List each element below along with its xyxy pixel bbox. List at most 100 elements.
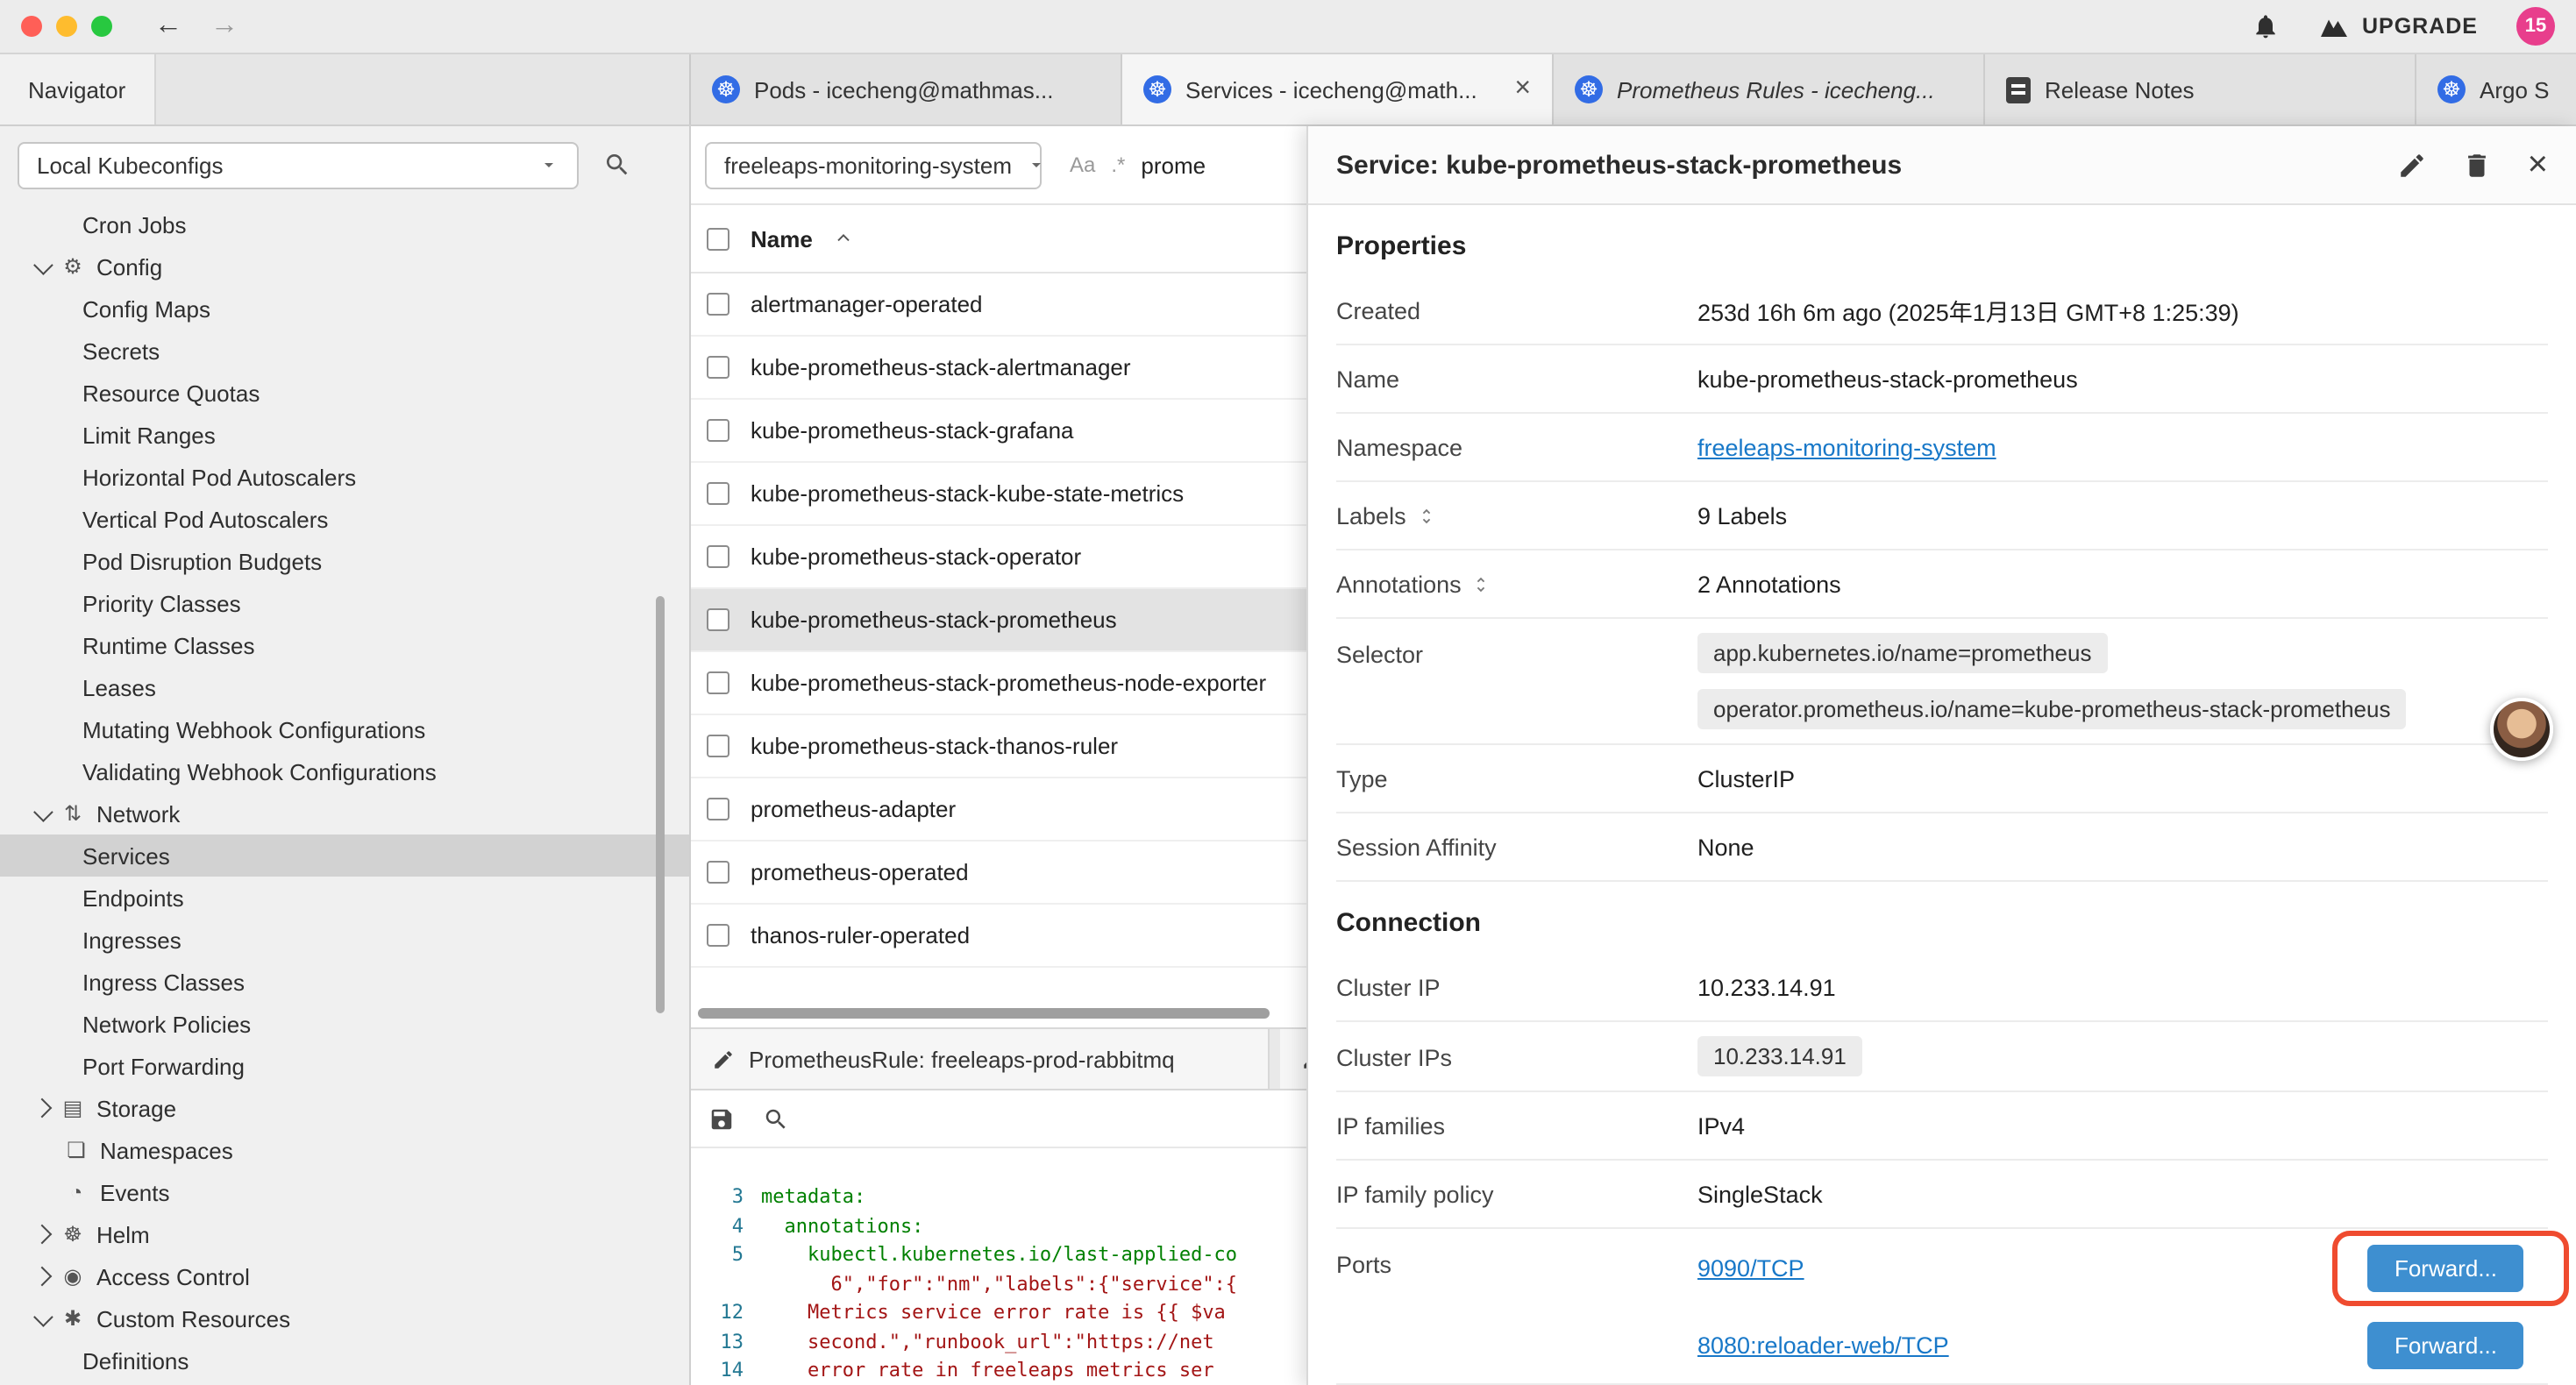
sidebar-item-endpoints[interactable]: Endpoints (0, 877, 689, 919)
sidebar-item-network-policies[interactable]: Network Policies (0, 1003, 689, 1045)
row-checkbox[interactable] (707, 356, 729, 379)
sidebar-item-leases[interactable]: Leases (0, 666, 689, 708)
tab-band: Navigator ☸Pods - icecheng@mathmas...☸Se… (0, 54, 2576, 126)
close-tab-icon[interactable]: × (1514, 75, 1531, 103)
row-checkbox[interactable] (707, 798, 729, 820)
service-row-prometheus-adapter[interactable]: prometheus-adapter (691, 778, 1306, 842)
sidebar-search-icon[interactable] (603, 151, 631, 179)
editor-search-icon[interactable] (763, 1105, 789, 1132)
service-row-kube-prometheus-stack-alertmanager[interactable]: kube-prometheus-stack-alertmanager (691, 337, 1306, 400)
forward-button[interactable]: Forward... (2368, 1321, 2523, 1368)
service-row-prometheus-operated[interactable]: prometheus-operated (691, 842, 1306, 905)
service-row-kube-prometheus-stack-grafana[interactable]: kube-prometheus-stack-grafana (691, 400, 1306, 463)
property-row-name: Namekube-prometheus-stack-prometheus (1336, 345, 2548, 414)
sidebar-item-pod-disruption-budgets[interactable]: Pod Disruption Budgets (0, 540, 689, 582)
sidebar-item-secrets[interactable]: Secrets (0, 330, 689, 372)
sidebar-item-cron-jobs[interactable]: Cron Jobs (0, 203, 689, 245)
sidebar-item-config-maps[interactable]: Config Maps (0, 288, 689, 330)
property-label: Labels (1336, 502, 1697, 529)
sidebar-item-runtime-classes[interactable]: Runtime Classes (0, 624, 689, 666)
dock-tab-prometheusrule[interactable]: PrometheusRule: freeleaps-prod-rabbitmq (691, 1029, 1270, 1089)
row-checkbox[interactable] (707, 545, 729, 568)
close-window-icon[interactable] (21, 16, 42, 37)
sidebar-item-vertical-pod-autoscalers[interactable]: Vertical Pod Autoscalers (0, 498, 689, 540)
sidebar-item-priority-classes[interactable]: Priority Classes (0, 582, 689, 624)
tab-services-icecheng-math[interactable]: ☸Services - icecheng@math...× (1122, 54, 1554, 124)
port-link[interactable]: 8080:reloader-web/TCP (1697, 1332, 1949, 1358)
service-row-alertmanager-operated[interactable]: alertmanager-operated (691, 273, 1306, 337)
notification-count-badge[interactable]: 15 (2516, 7, 2555, 46)
list-search-field[interactable]: Aa .* prome (1070, 152, 1206, 178)
save-icon[interactable] (708, 1105, 735, 1132)
kubeconfig-select[interactable]: Local Kubeconfigs (18, 141, 579, 188)
service-row-kube-prometheus-stack-kube-state-metrics[interactable]: kube-prometheus-stack-kube-state-metrics (691, 463, 1306, 526)
dock-tab-next-partial[interactable] (1280, 1029, 1306, 1089)
close-drawer-icon[interactable]: × (2528, 147, 2548, 182)
port-line: 9090/TCP Forward... (1697, 1229, 2548, 1306)
sort-toggle-icon[interactable] (1417, 506, 1436, 525)
sort-toggle-icon[interactable] (1472, 574, 1491, 593)
tab-prometheus-rules-icecheng[interactable]: ☸Prometheus Rules - icecheng... (1554, 54, 1985, 124)
regex-toggle[interactable]: .* (1111, 153, 1125, 177)
sidebar-item-mutating-webhook-configurations[interactable]: Mutating Webhook Configurations (0, 708, 689, 750)
row-checkbox[interactable] (707, 671, 729, 694)
row-checkbox[interactable] (707, 861, 729, 884)
scrollbar-thumb[interactable] (698, 1008, 1270, 1019)
row-checkbox[interactable] (707, 608, 729, 631)
minimize-window-icon[interactable] (56, 16, 77, 37)
forward-button[interactable]: Forward... (2368, 1244, 2523, 1291)
back-icon[interactable]: ← (154, 12, 182, 40)
tab-argo-s[interactable]: ☸Argo S (2416, 54, 2576, 124)
port-link[interactable]: 9090/TCP (1697, 1254, 1804, 1281)
sidebar-item-services[interactable]: Services (0, 835, 689, 877)
sidebar-item-horizontal-pod-autoscalers[interactable]: Horizontal Pod Autoscalers (0, 456, 689, 498)
sort-ascending-icon[interactable] (834, 228, 855, 249)
service-row-kube-prometheus-stack-operator[interactable]: kube-prometheus-stack-operator (691, 526, 1306, 589)
sidebar-item-network[interactable]: ⇅Network (0, 792, 689, 835)
sidebar-item-ingresses[interactable]: Ingresses (0, 919, 689, 961)
service-row-thanos-ruler-operated[interactable]: thanos-ruler-operated (691, 905, 1306, 968)
sidebar-item-access-control[interactable]: ◉Access Control (0, 1255, 689, 1297)
tab-release-notes[interactable]: Release Notes (1985, 54, 2416, 124)
tab-pods-icecheng-mathmas[interactable]: ☸Pods - icecheng@mathmas... (691, 54, 1122, 124)
navigator-tab[interactable]: Navigator (0, 54, 155, 124)
row-checkbox[interactable] (707, 735, 729, 757)
upgrade-button[interactable]: UPGRADE (2318, 14, 2478, 39)
service-row-kube-prometheus-stack-prometheus[interactable]: kube-prometheus-stack-prometheus (691, 589, 1306, 652)
sidebar-item-port-forwarding[interactable]: Port Forwarding (0, 1045, 689, 1087)
name-column-header[interactable]: Name (751, 225, 813, 252)
row-checkbox[interactable] (707, 924, 729, 947)
namespace-select[interactable]: freeleaps-monitoring-system (705, 141, 1042, 188)
property-value-text: 10.233.14.91 (1697, 974, 1836, 1000)
sidebar-item-limit-ranges[interactable]: Limit Ranges (0, 414, 689, 456)
notifications-bell-icon[interactable] (2252, 12, 2280, 40)
horizontal-scrollbar[interactable] (691, 1006, 1306, 1020)
yaml-editor[interactable]: 3metadata:4 annotations:5 kubectl.kubern… (691, 1148, 1306, 1385)
sidebar-item-events[interactable]: ◔Events (0, 1171, 689, 1213)
sidebar-item-validating-webhook-configurations[interactable]: Validating Webhook Configurations (0, 750, 689, 792)
sidebar-item-label: Pod Disruption Budgets (82, 548, 322, 574)
match-case-toggle[interactable]: Aa (1070, 153, 1095, 177)
row-checkbox[interactable] (707, 419, 729, 442)
sidebar-item-helm[interactable]: ☸Helm (0, 1213, 689, 1255)
sidebar-item-ingress-classes[interactable]: Ingress Classes (0, 961, 689, 1003)
edit-icon[interactable] (2398, 150, 2428, 180)
property-value-link[interactable]: freeleaps-monitoring-system (1697, 434, 1996, 460)
sidebar-scrollbar[interactable] (656, 596, 665, 1013)
code-text: annotations: (761, 1212, 923, 1241)
service-row-kube-prometheus-stack-prometheus-node-exporter[interactable]: kube-prometheus-stack-prometheus-node-ex… (691, 652, 1306, 715)
sidebar-item-namespaces[interactable]: ❏Namespaces (0, 1129, 689, 1171)
maximize-window-icon[interactable] (91, 16, 112, 37)
row-checkbox[interactable] (707, 482, 729, 505)
sidebar-item-config[interactable]: ⚙Config (0, 245, 689, 288)
floating-avatar[interactable] (2490, 698, 2553, 761)
sidebar-item-resource-quotas[interactable]: Resource Quotas (0, 372, 689, 414)
row-checkbox[interactable] (707, 293, 729, 316)
sidebar-item-definitions[interactable]: Definitions (0, 1339, 689, 1381)
sidebar-item-storage[interactable]: ▤Storage (0, 1087, 689, 1129)
select-all-checkbox[interactable] (707, 227, 729, 250)
service-row-kube-prometheus-stack-thanos-ruler[interactable]: kube-prometheus-stack-thanos-ruler (691, 715, 1306, 778)
forward-icon[interactable]: → (210, 12, 238, 40)
sidebar-item-custom-resources[interactable]: ✱Custom Resources (0, 1297, 689, 1339)
delete-icon[interactable] (2463, 150, 2493, 180)
